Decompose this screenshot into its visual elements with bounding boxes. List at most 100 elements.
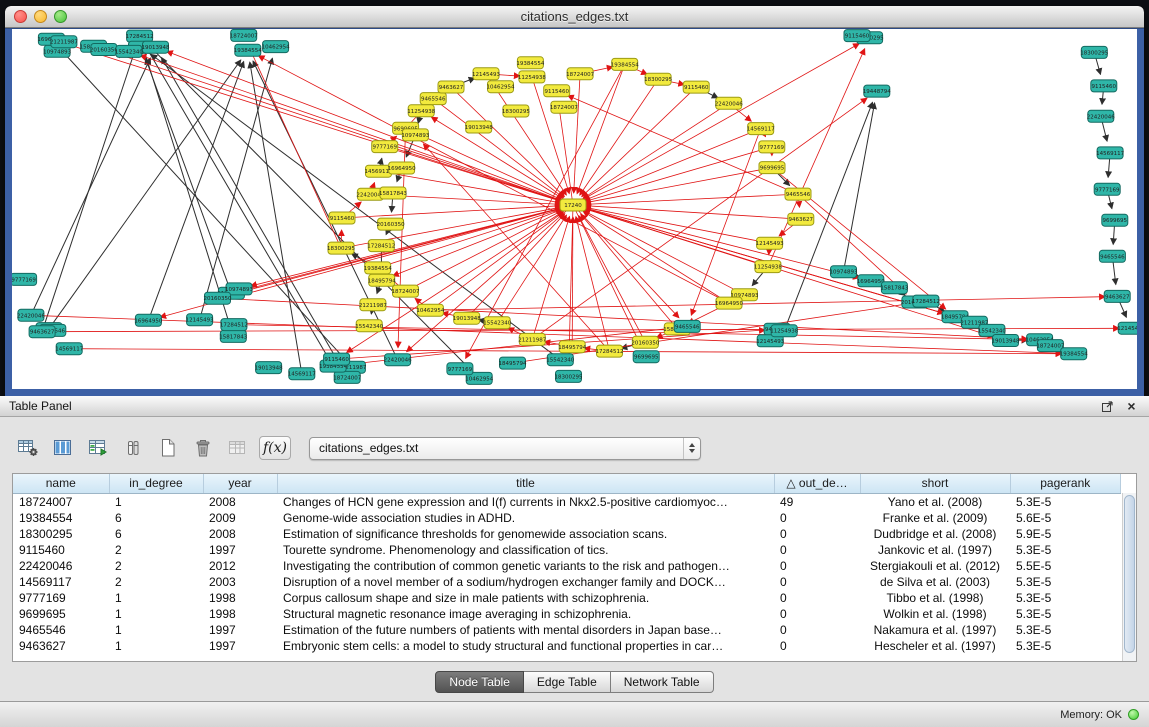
rows-button[interactable] bbox=[119, 435, 147, 461]
graph-node[interactable]: 10462954 bbox=[487, 81, 515, 93]
zoom-button[interactable] bbox=[54, 10, 67, 23]
graph-edge[interactable] bbox=[844, 103, 875, 272]
graph-node[interactable]: 11254938 bbox=[407, 105, 435, 117]
graph-node[interactable]: 15817843 bbox=[379, 187, 407, 199]
graph-node[interactable]: 15542340 bbox=[483, 317, 511, 329]
graph-edge[interactable] bbox=[423, 144, 609, 351]
graph-edge[interactable] bbox=[691, 129, 760, 316]
graph-node[interactable]: 12145493 bbox=[756, 237, 784, 249]
network-canvas-svg[interactable]: 17240 18724007 19384554 18300295 9115460 2242… bbox=[12, 29, 1137, 389]
graph-node[interactable]: 17284512 bbox=[596, 345, 624, 357]
graph-node[interactable]: 18495794 bbox=[558, 341, 586, 353]
graph-edge[interactable] bbox=[577, 64, 625, 193]
table-options-button[interactable] bbox=[14, 435, 42, 461]
table-row[interactable]: 1830029562008Estimation of significance … bbox=[13, 526, 1121, 542]
graph-node[interactable]: 9777169 bbox=[1094, 183, 1120, 195]
close-button[interactable] bbox=[14, 10, 27, 23]
graph-edge[interactable] bbox=[573, 205, 859, 278]
graph-edge[interactable] bbox=[532, 98, 867, 339]
graph-node[interactable]: 9465546 bbox=[785, 188, 811, 200]
graph-node[interactable]: 15542340 bbox=[546, 354, 574, 366]
graph-edge[interactable] bbox=[585, 206, 801, 220]
graph-node[interactable]: 12145493 bbox=[472, 68, 500, 80]
graph-node[interactable]: 19013948 bbox=[255, 362, 283, 374]
table-row[interactable]: 946362711997Embryonic stem cells: a mode… bbox=[13, 638, 1121, 654]
graph-node[interactable]: 15817843 bbox=[880, 282, 908, 294]
table-row[interactable]: 1456911722003Disruption of a novel membe… bbox=[13, 574, 1121, 590]
tab-node-table[interactable]: Node Table bbox=[435, 671, 524, 693]
column-header-year[interactable]: year bbox=[203, 474, 277, 493]
graph-node[interactable]: 19384554 bbox=[364, 262, 392, 274]
graph-edge[interactable] bbox=[31, 58, 150, 315]
graph-node[interactable]: 15542340 bbox=[355, 320, 383, 332]
graph-edge[interactable] bbox=[574, 74, 580, 193]
show-columns-button[interactable] bbox=[49, 435, 77, 461]
graph-edge[interactable] bbox=[115, 53, 573, 205]
column-header-title[interactable]: title bbox=[277, 474, 774, 493]
graph-edge[interactable] bbox=[148, 62, 243, 321]
graph-node[interactable]: 10974893 bbox=[830, 266, 858, 278]
graph-node[interactable]: 9115460 bbox=[329, 212, 355, 224]
graph-node[interactable]: 18300295 bbox=[327, 242, 355, 254]
graph-edge[interactable] bbox=[580, 79, 658, 195]
graph-node[interactable]: 18300295 bbox=[555, 370, 583, 382]
graph-node[interactable]: 9699695 bbox=[633, 351, 659, 363]
graph-node[interactable]: 21211987 bbox=[50, 36, 78, 48]
graph-node[interactable]: 22420046 bbox=[715, 97, 743, 109]
graph-node[interactable]: 18724007 bbox=[566, 68, 594, 80]
graph-edge[interactable] bbox=[585, 194, 798, 204]
graph-edge[interactable] bbox=[573, 205, 994, 337]
graph-node[interactable]: 9465546 bbox=[1099, 250, 1125, 262]
graph-node[interactable]: 19384554 bbox=[234, 44, 262, 56]
graph-node[interactable]: 18300295 bbox=[644, 73, 672, 85]
graph-node[interactable]: 18724007 bbox=[333, 371, 361, 383]
graph-node[interactable]: 16964950 bbox=[715, 297, 743, 309]
graph-node[interactable]: 18724007 bbox=[550, 101, 578, 113]
graph-node[interactable]: 15817843 bbox=[219, 330, 247, 342]
graph-node[interactable]: 22420046 bbox=[1087, 110, 1115, 122]
delete-table-button[interactable] bbox=[189, 435, 217, 461]
graph-node[interactable]: 11254938 bbox=[754, 261, 782, 273]
graph-edge[interactable] bbox=[497, 215, 566, 323]
graph-edge[interactable] bbox=[393, 205, 573, 276]
scrollbar-thumb[interactable] bbox=[1124, 495, 1135, 653]
column-header-pagerank[interactable]: pagerank bbox=[1010, 474, 1121, 493]
graph-node[interactable]: 17284512 bbox=[126, 30, 154, 42]
graph-node[interactable]: 9115460 bbox=[544, 85, 570, 97]
graph-node[interactable]: 9699695 bbox=[759, 162, 785, 174]
minimize-button[interactable] bbox=[34, 10, 47, 23]
graph-node[interactable]: 17284512 bbox=[220, 319, 248, 331]
graph-node[interactable]: 9463627 bbox=[29, 326, 55, 338]
graph-node[interactable]: 9777169 bbox=[759, 141, 785, 153]
graph-node[interactable]: 20160350 bbox=[631, 336, 659, 348]
graph-node[interactable]: 9777169 bbox=[447, 363, 473, 375]
column-header-short[interactable]: short bbox=[860, 474, 1010, 493]
graph-edge[interactable] bbox=[798, 194, 906, 294]
graph-node[interactable]: 14569117 bbox=[55, 343, 83, 355]
graph-node[interactable]: 19013948 bbox=[465, 121, 493, 133]
graph-node[interactable]: 18300295 bbox=[1080, 46, 1108, 58]
graph-node[interactable]: 11254938 bbox=[518, 71, 546, 83]
graph-node[interactable]: 21211987 bbox=[359, 299, 387, 311]
table-scrollbar[interactable] bbox=[1122, 493, 1136, 661]
graph-node[interactable]: 16964950 bbox=[388, 162, 416, 174]
graph-node[interactable]: 19013948 bbox=[992, 335, 1020, 347]
graph-node[interactable]: 19448794 bbox=[863, 85, 891, 97]
import-table-button[interactable] bbox=[224, 435, 252, 461]
graph-edge[interactable] bbox=[431, 117, 573, 205]
graph-node[interactable]: 14569117 bbox=[288, 368, 316, 380]
function-builder-button[interactable]: f(x) bbox=[259, 436, 291, 460]
graph-edge[interactable] bbox=[532, 217, 569, 340]
graph-node[interactable]: 18724007 bbox=[230, 29, 258, 41]
graph-node[interactable]: 9463627 bbox=[438, 81, 464, 93]
graph-node[interactable]: 18495794 bbox=[499, 357, 527, 369]
graph-node[interactable]: 9465546 bbox=[674, 320, 700, 332]
graph-node[interactable]: 19013948 bbox=[142, 41, 170, 53]
graph-node[interactable]: 17284512 bbox=[367, 240, 395, 252]
graph-node[interactable]: 17284512 bbox=[912, 295, 940, 307]
graph-node[interactable]: 17240 bbox=[560, 199, 586, 211]
tab-network-table[interactable]: Network Table bbox=[611, 671, 714, 693]
graph-node[interactable]: 19384554 bbox=[611, 58, 639, 70]
graph-node[interactable]: 9115460 bbox=[683, 81, 709, 93]
graph-node[interactable]: 9699695 bbox=[1102, 214, 1128, 226]
